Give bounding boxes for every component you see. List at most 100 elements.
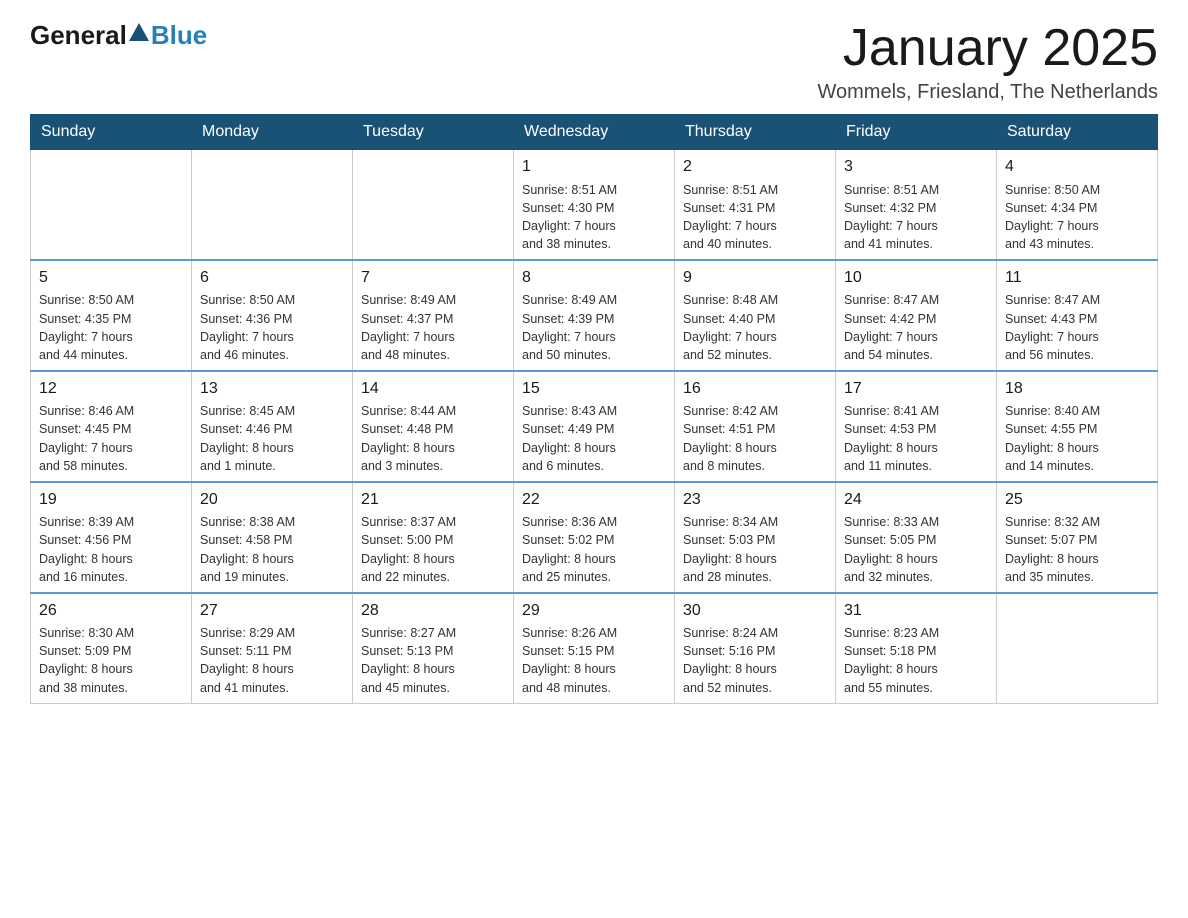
week-row-1: 1Sunrise: 8:51 AMSunset: 4:30 PMDaylight… [31, 150, 1158, 260]
day-info: Sunrise: 8:50 AMSunset: 4:35 PMDaylight:… [39, 291, 183, 364]
calendar-cell: 24Sunrise: 8:33 AMSunset: 5:05 PMDayligh… [836, 482, 997, 593]
calendar-cell: 10Sunrise: 8:47 AMSunset: 4:42 PMDayligh… [836, 260, 997, 371]
day-info: Sunrise: 8:34 AMSunset: 5:03 PMDaylight:… [683, 513, 827, 586]
day-info: Sunrise: 8:47 AMSunset: 4:43 PMDaylight:… [1005, 291, 1149, 364]
day-info: Sunrise: 8:39 AMSunset: 4:56 PMDaylight:… [39, 513, 183, 586]
calendar-cell: 3 Sunrise: 8:51 AMSunset: 4:32 PMDaylight… [836, 150, 997, 260]
day-number: 4 [1005, 156, 1149, 178]
week-row-2: 5Sunrise: 8:50 AMSunset: 4:35 PMDaylight… [31, 260, 1158, 371]
day-number: 16 [683, 378, 827, 400]
day-number: 1 [522, 156, 666, 178]
calendar-cell [353, 150, 514, 260]
day-info: Sunrise: 8:37 AMSunset: 5:00 PMDaylight:… [361, 513, 505, 586]
title-area: January 2025 Wommels, Friesland, The Net… [817, 20, 1158, 104]
day-number: 15 [522, 378, 666, 400]
calendar-cell: 22Sunrise: 8:36 AMSunset: 5:02 PMDayligh… [514, 482, 675, 593]
day-number: 28 [361, 600, 505, 622]
day-info: Sunrise: 8:51 AMSunset: 4:32 PMDaylight:… [844, 181, 988, 254]
calendar-cell: 6Sunrise: 8:50 AMSunset: 4:36 PMDaylight… [192, 260, 353, 371]
day-number: 19 [39, 489, 183, 511]
calendar-cell: 14Sunrise: 8:44 AMSunset: 4:48 PMDayligh… [353, 371, 514, 482]
day-header-saturday: Saturday [997, 115, 1158, 150]
day-info: Sunrise: 8:48 AMSunset: 4:40 PMDaylight:… [683, 291, 827, 364]
week-row-5: 26Sunrise: 8:30 AMSunset: 5:09 PMDayligh… [31, 593, 1158, 703]
calendar-cell: 25Sunrise: 8:32 AMSunset: 5:07 PMDayligh… [997, 482, 1158, 593]
day-number: 25 [1005, 489, 1149, 511]
day-info: Sunrise: 8:23 AMSunset: 5:18 PMDaylight:… [844, 624, 988, 697]
calendar-cell: 13Sunrise: 8:45 AMSunset: 4:46 PMDayligh… [192, 371, 353, 482]
day-header-wednesday: Wednesday [514, 115, 675, 150]
day-number: 6 [200, 267, 344, 289]
calendar-header: SundayMondayTuesdayWednesdayThursdayFrid… [31, 115, 1158, 150]
day-info: Sunrise: 8:29 AMSunset: 5:11 PMDaylight:… [200, 624, 344, 697]
day-header-friday: Friday [836, 115, 997, 150]
calendar-table: SundayMondayTuesdayWednesdayThursdayFrid… [30, 114, 1158, 703]
logo: General Blue [30, 20, 207, 51]
day-number: 5 [39, 267, 183, 289]
day-number: 26 [39, 600, 183, 622]
day-number: 7 [361, 267, 505, 289]
day-number: 13 [200, 378, 344, 400]
calendar-cell: 26Sunrise: 8:30 AMSunset: 5:09 PMDayligh… [31, 593, 192, 703]
calendar-cell: 9Sunrise: 8:48 AMSunset: 4:40 PMDaylight… [675, 260, 836, 371]
day-info: Sunrise: 8:42 AMSunset: 4:51 PMDaylight:… [683, 402, 827, 475]
day-info: Sunrise: 8:27 AMSunset: 5:13 PMDaylight:… [361, 624, 505, 697]
calendar-cell: 15Sunrise: 8:43 AMSunset: 4:49 PMDayligh… [514, 371, 675, 482]
day-number: 23 [683, 489, 827, 511]
page-header: General Blue January 2025 Wommels, Fries… [30, 20, 1158, 104]
day-info: Sunrise: 8:24 AMSunset: 5:16 PMDaylight:… [683, 624, 827, 697]
week-row-4: 19Sunrise: 8:39 AMSunset: 4:56 PMDayligh… [31, 482, 1158, 593]
day-info: Sunrise: 8:26 AMSunset: 5:15 PMDaylight:… [522, 624, 666, 697]
logo-triangle-icon [129, 23, 149, 41]
day-number: 3 [844, 156, 988, 178]
day-number: 31 [844, 600, 988, 622]
day-info: Sunrise: 8:38 AMSunset: 4:58 PMDaylight:… [200, 513, 344, 586]
day-number: 24 [844, 489, 988, 511]
day-info: Sunrise: 8:40 AMSunset: 4:55 PMDaylight:… [1005, 402, 1149, 475]
day-number: 21 [361, 489, 505, 511]
calendar-cell: 23Sunrise: 8:34 AMSunset: 5:03 PMDayligh… [675, 482, 836, 593]
calendar-cell [31, 150, 192, 260]
day-number: 22 [522, 489, 666, 511]
calendar-cell: 11Sunrise: 8:47 AMSunset: 4:43 PMDayligh… [997, 260, 1158, 371]
day-info: Sunrise: 8:32 AMSunset: 5:07 PMDaylight:… [1005, 513, 1149, 586]
day-info: Sunrise: 8:50 AMSunset: 4:36 PMDaylight:… [200, 291, 344, 364]
day-number: 10 [844, 267, 988, 289]
day-info: Sunrise: 8:44 AMSunset: 4:48 PMDaylight:… [361, 402, 505, 475]
day-header-monday: Monday [192, 115, 353, 150]
calendar-cell: 16Sunrise: 8:42 AMSunset: 4:51 PMDayligh… [675, 371, 836, 482]
logo-general-text: General [30, 20, 127, 51]
day-number: 29 [522, 600, 666, 622]
calendar-cell: 28Sunrise: 8:27 AMSunset: 5:13 PMDayligh… [353, 593, 514, 703]
day-number: 14 [361, 378, 505, 400]
calendar-cell: 27Sunrise: 8:29 AMSunset: 5:11 PMDayligh… [192, 593, 353, 703]
calendar-cell: 1Sunrise: 8:51 AMSunset: 4:30 PMDaylight… [514, 150, 675, 260]
day-info: Sunrise: 8:43 AMSunset: 4:49 PMDaylight:… [522, 402, 666, 475]
day-info: Sunrise: 8:46 AMSunset: 4:45 PMDaylight:… [39, 402, 183, 475]
day-number: 18 [1005, 378, 1149, 400]
day-number: 2 [683, 156, 827, 178]
calendar-cell: 4Sunrise: 8:50 AMSunset: 4:34 PMDaylight… [997, 150, 1158, 260]
calendar-cell: 31Sunrise: 8:23 AMSunset: 5:18 PMDayligh… [836, 593, 997, 703]
location-subtitle: Wommels, Friesland, The Netherlands [817, 81, 1158, 104]
calendar-cell: 18Sunrise: 8:40 AMSunset: 4:55 PMDayligh… [997, 371, 1158, 482]
logo-blue-text: Blue [151, 20, 207, 51]
day-number: 11 [1005, 267, 1149, 289]
day-info: Sunrise: 8:30 AMSunset: 5:09 PMDaylight:… [39, 624, 183, 697]
calendar-cell: 17Sunrise: 8:41 AMSunset: 4:53 PMDayligh… [836, 371, 997, 482]
calendar-body: 1Sunrise: 8:51 AMSunset: 4:30 PMDaylight… [31, 150, 1158, 703]
calendar-cell: 12Sunrise: 8:46 AMSunset: 4:45 PMDayligh… [31, 371, 192, 482]
calendar-cell: 20Sunrise: 8:38 AMSunset: 4:58 PMDayligh… [192, 482, 353, 593]
month-title: January 2025 [817, 20, 1158, 77]
day-number: 27 [200, 600, 344, 622]
calendar-cell: 21Sunrise: 8:37 AMSunset: 5:00 PMDayligh… [353, 482, 514, 593]
day-info: Sunrise: 8:49 AMSunset: 4:39 PMDaylight:… [522, 291, 666, 364]
calendar-cell [192, 150, 353, 260]
day-number: 20 [200, 489, 344, 511]
day-info: Sunrise: 8:45 AMSunset: 4:46 PMDaylight:… [200, 402, 344, 475]
day-info: Sunrise: 8:49 AMSunset: 4:37 PMDaylight:… [361, 291, 505, 364]
calendar-cell: 30Sunrise: 8:24 AMSunset: 5:16 PMDayligh… [675, 593, 836, 703]
day-header-sunday: Sunday [31, 115, 192, 150]
calendar-cell: 19Sunrise: 8:39 AMSunset: 4:56 PMDayligh… [31, 482, 192, 593]
calendar-cell [997, 593, 1158, 703]
